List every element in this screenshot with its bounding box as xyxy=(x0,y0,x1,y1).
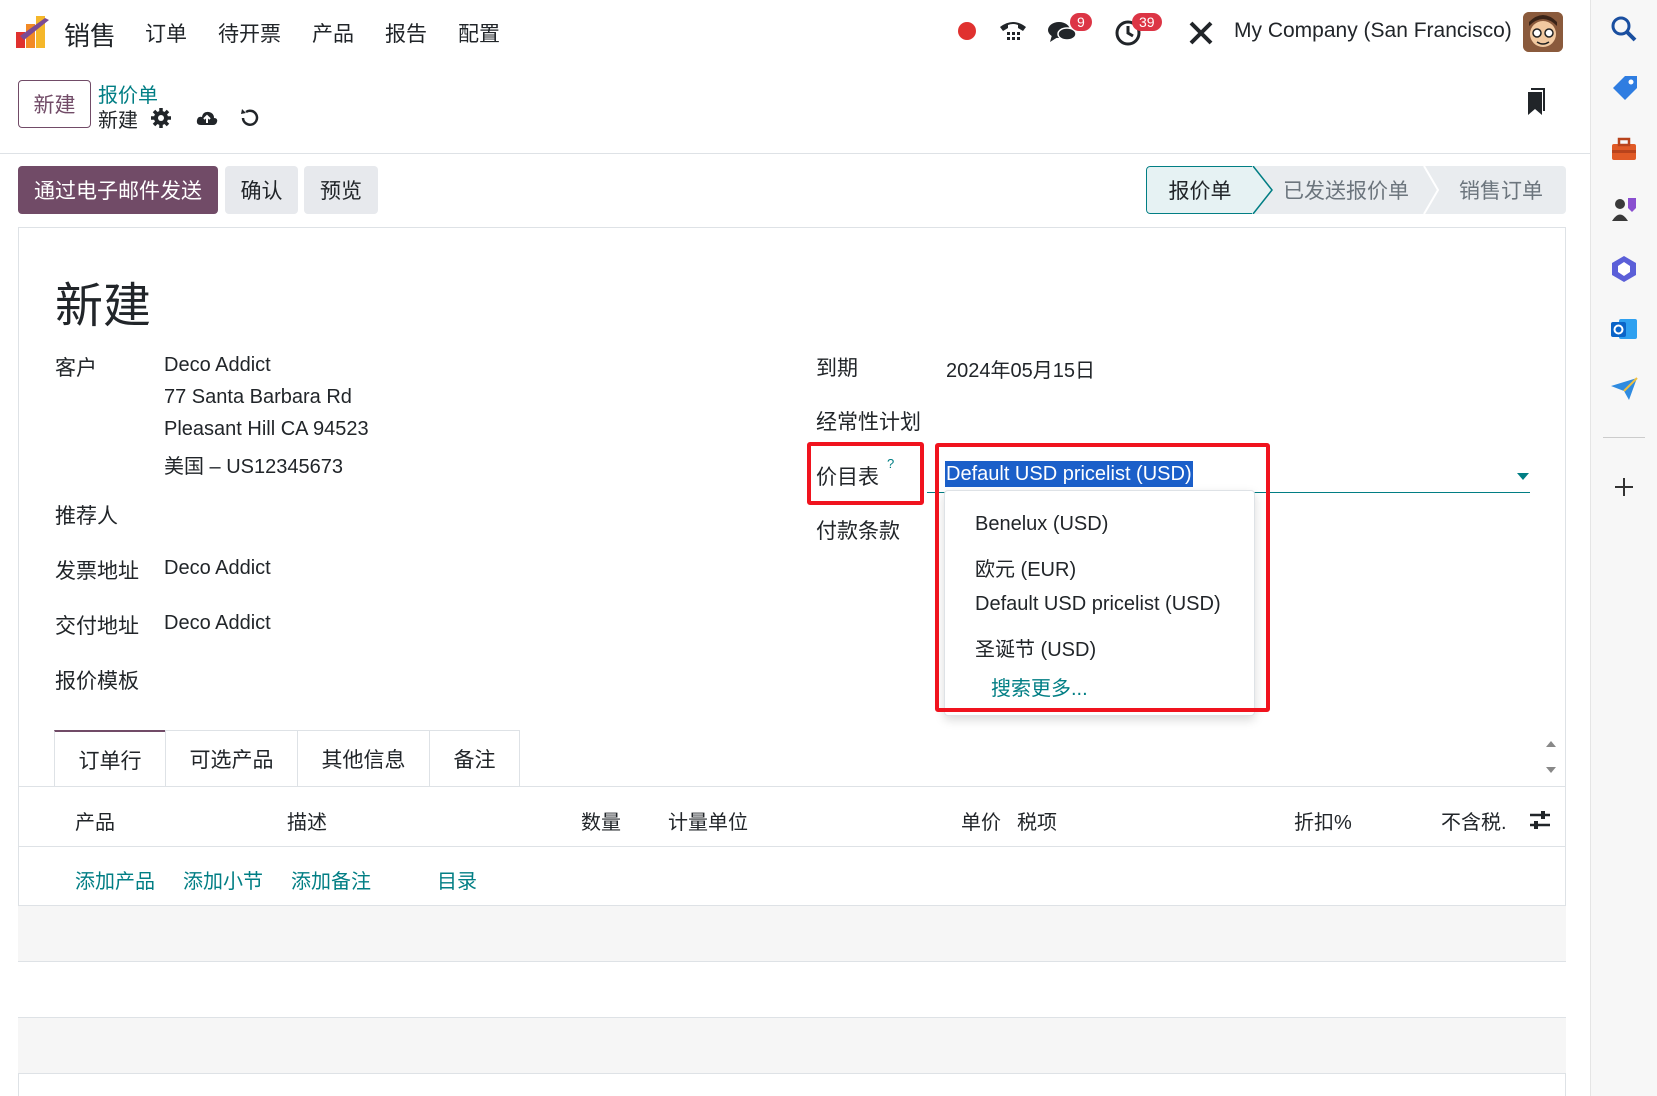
top-navbar: 销售 订单 待开票 产品 报告 配置 9 39 My Company (San … xyxy=(0,0,1590,66)
customer-label: 客户 xyxy=(55,357,97,380)
phone-icon[interactable] xyxy=(998,18,1028,44)
send-icon[interactable] xyxy=(1609,374,1639,404)
customer-address-line2: Pleasant Hill CA 94523 xyxy=(164,418,369,440)
breadcrumb-current: 新建 xyxy=(98,110,138,132)
customer-address-line3: 美国 – US12345673 xyxy=(164,456,344,478)
add-icon[interactable] xyxy=(1609,472,1639,502)
games-icon[interactable] xyxy=(1609,194,1639,224)
send-by-email-button[interactable]: 通过电子邮件发送 xyxy=(18,166,218,214)
menu-item-reporting[interactable]: 报告 xyxy=(385,18,427,48)
customer-name[interactable]: Deco Addict xyxy=(164,354,271,377)
user-avatar[interactable] xyxy=(1523,12,1563,52)
copilot-icon[interactable] xyxy=(1609,254,1639,284)
company-switcher[interactable]: My Company (San Francisco) xyxy=(1234,19,1512,43)
chevron-down-icon[interactable] xyxy=(1517,473,1529,480)
cloud-upload-icon[interactable] xyxy=(195,106,219,130)
bookmark-icon[interactable] xyxy=(1524,88,1546,118)
outlook-icon[interactable] xyxy=(1609,314,1639,344)
menu-item-orders[interactable]: 订单 xyxy=(145,18,187,48)
gear-icon[interactable] xyxy=(149,106,173,130)
pricelist-label-highlight xyxy=(807,442,924,505)
quotation-template-label: 报价模板 xyxy=(55,670,139,693)
stage-quotation-sent[interactable]: 已发送报价单 xyxy=(1266,166,1426,214)
activity-badge: 39 xyxy=(1132,13,1162,31)
status-bar: 已发送报价单 销售订单 报价单 xyxy=(1146,166,1566,214)
control-panel: 新建 报价单 新建 xyxy=(0,66,1590,154)
shopping-tag-icon[interactable] xyxy=(1609,74,1639,104)
recording-icon[interactable] xyxy=(958,22,976,40)
confirm-button[interactable]: 确认 xyxy=(225,166,298,214)
stage-quotation[interactable]: 报价单 xyxy=(1146,166,1254,214)
main-menu: 订单 待开票 产品 报告 配置 xyxy=(145,18,531,48)
discard-icon[interactable] xyxy=(238,106,262,130)
chat-badge: 9 xyxy=(1070,13,1092,31)
debug-tools-icon[interactable] xyxy=(1188,20,1214,46)
stage-active-arrow xyxy=(1252,166,1273,214)
preview-button[interactable]: 预览 xyxy=(304,166,378,214)
toolbox-icon[interactable] xyxy=(1609,134,1639,164)
customer-address-line1: 77 Santa Barbara Rd xyxy=(164,386,352,408)
invoice-address-label: 发票地址 xyxy=(55,560,139,583)
user-avatar-image xyxy=(1523,12,1563,52)
sidebar-divider xyxy=(1603,437,1645,438)
referrer-label: 推荐人 xyxy=(55,505,118,528)
menu-item-configuration[interactable]: 配置 xyxy=(458,18,500,48)
form-sheet: 新建 客户 Deco Addict 77 Santa Barbara Rd Pl… xyxy=(18,227,1566,1096)
search-icon[interactable] xyxy=(1609,14,1639,44)
menu-item-products[interactable]: 产品 xyxy=(312,18,354,48)
pricelist-dropdown-highlight xyxy=(935,443,1270,712)
app-title[interactable]: 销售 xyxy=(64,16,116,53)
expiration-date-field[interactable]: 2024年05月15日 xyxy=(946,354,1095,383)
payment-terms-label: 付款条款 xyxy=(816,520,900,543)
invoice-address-field[interactable]: Deco Addict xyxy=(164,557,271,580)
menu-item-to-invoice[interactable]: 待开票 xyxy=(218,18,281,48)
expiration-label: 到期 xyxy=(816,357,858,380)
record-title[interactable]: 新建 xyxy=(55,266,151,336)
recurring-plan-label: 经常性计划 xyxy=(816,411,921,434)
sales-app-logo[interactable] xyxy=(16,14,52,48)
new-button[interactable]: 新建 xyxy=(18,80,91,128)
browser-sidebar xyxy=(1590,0,1657,1096)
stage-sales-order[interactable]: 销售订单 xyxy=(1436,166,1566,214)
delivery-address-label: 交付地址 xyxy=(55,615,139,638)
stage-separator xyxy=(1423,166,1440,214)
delivery-address-field[interactable]: Deco Addict xyxy=(164,612,271,635)
